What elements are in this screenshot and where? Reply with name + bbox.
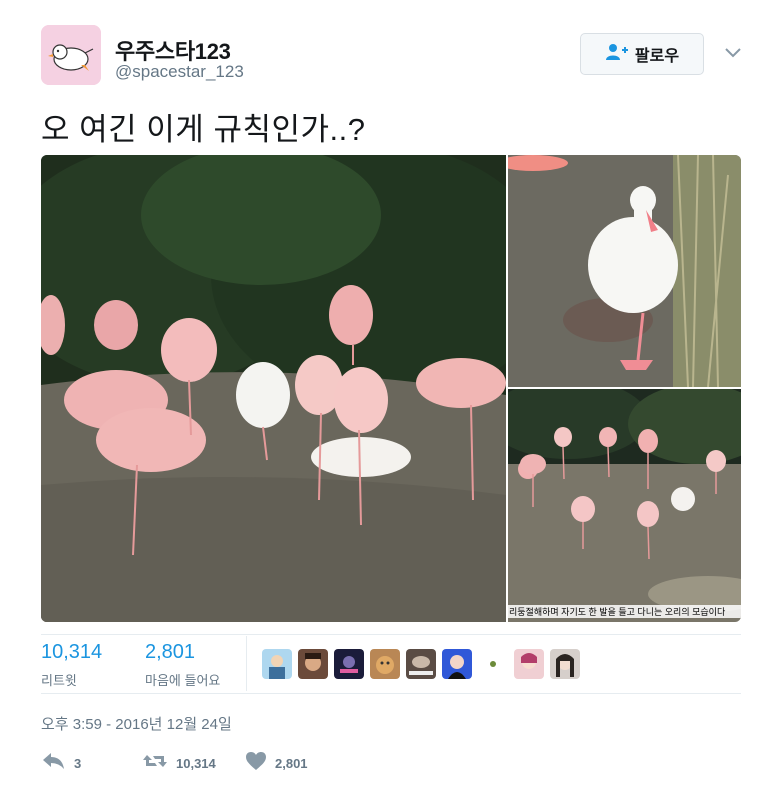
photo-duck-closeup[interactable] <box>508 155 741 387</box>
retweet-button[interactable]: 10,314 <box>142 752 216 774</box>
heart-icon <box>245 751 267 776</box>
like-button[interactable]: 2,801 <box>245 751 308 776</box>
media-grid: 리둥절해하며 자기도 한 발을 들고 다니는 오리의 모습이다 <box>41 155 741 622</box>
photo-flock-wide[interactable]: 리둥절해하며 자기도 한 발을 들고 다니는 오리의 모습이다 <box>508 389 741 622</box>
retweet-stat-label: 리트윗 <box>41 673 77 688</box>
chevron-down-icon[interactable] <box>722 41 744 63</box>
user-handle[interactable]: @spacestar_123 <box>115 62 244 82</box>
stats-separator <box>246 636 247 691</box>
liker-avatar[interactable] <box>334 649 364 679</box>
divider-top <box>41 634 741 635</box>
divider-bottom <box>41 693 741 694</box>
liker-avatar[interactable] <box>406 649 436 679</box>
like-stat-label: 마음에 들어요 <box>145 673 221 688</box>
reply-count: 3 <box>74 755 82 771</box>
liker-avatar[interactable] <box>478 649 508 679</box>
like-stat[interactable]: 2,801 마음에 들어요 <box>145 641 220 689</box>
liker-avatar[interactable] <box>370 649 400 679</box>
like-stat-count: 2,801 <box>145 641 196 663</box>
liker-avatar[interactable] <box>550 649 580 679</box>
tweet-timestamp[interactable]: 오후 3:59 - 2016년 12월 24일 <box>41 713 232 734</box>
liker-avatar[interactable] <box>298 649 328 679</box>
follow-button-label: 팔로우 <box>634 48 680 65</box>
tweet-text: 오 여긴 이게 규칙인가..? <box>41 112 366 147</box>
add-user-icon <box>605 43 629 66</box>
retweet-count: 10,314 <box>176 755 216 771</box>
retweet-icon <box>142 752 168 775</box>
liker-avatar[interactable] <box>262 649 292 679</box>
user-avatar[interactable] <box>41 25 101 85</box>
retweet-stat-count: 10,314 <box>41 641 103 663</box>
follow-button[interactable]: 팔로우 <box>580 33 704 75</box>
photo-flamingos-main[interactable] <box>41 155 506 622</box>
photo-caption: 리둥절해하며 자기도 한 발을 들고 다니는 오리의 모습이다 <box>508 605 741 618</box>
liker-avatar[interactable] <box>442 649 472 679</box>
reply-icon <box>42 752 66 775</box>
like-count: 2,801 <box>275 755 308 771</box>
liker-avatar[interactable] <box>514 649 544 679</box>
reply-button[interactable]: 3 <box>42 752 81 774</box>
retweet-stat[interactable]: 10,314 리트윗 <box>41 641 102 689</box>
